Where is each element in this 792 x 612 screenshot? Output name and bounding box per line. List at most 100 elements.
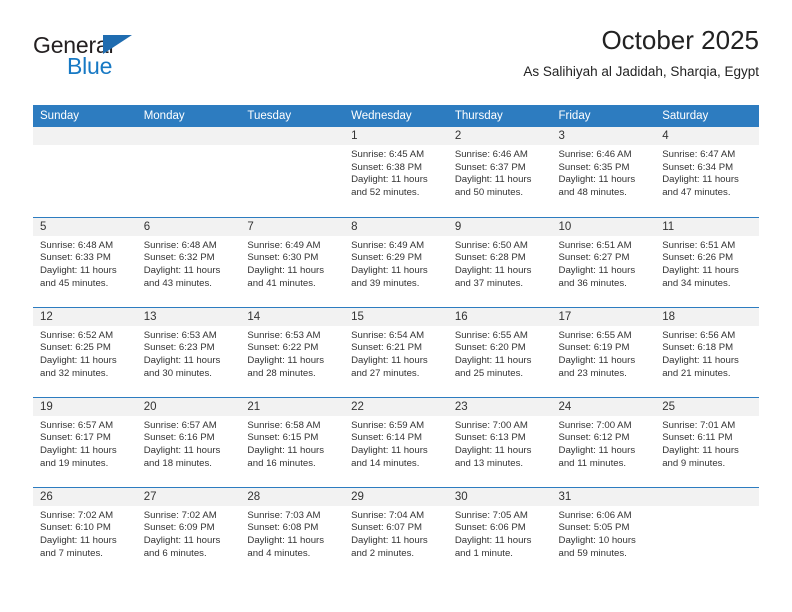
day-details: Sunrise: 6:52 AM Sunset: 6:25 PM Daylight:… bbox=[33, 326, 137, 381]
day-details: Sunrise: 6:56 AM Sunset: 6:18 PM Daylight:… bbox=[655, 326, 759, 381]
sunset-time: Sunset: 6:32 PM bbox=[143, 252, 215, 264]
calendar-day-cell[interactable]: 22 Sunrise: 6:59 AM Sunset: 6:14 PM Dayligh… bbox=[344, 396, 448, 487]
calendar-day-cell[interactable]: 2 Sunrise: 6:46 AM Sunset: 6:37 PM Daylight… bbox=[447, 127, 552, 217]
daylight-duration-line2: and 4 minutes. bbox=[247, 547, 311, 559]
calendar-day-cell[interactable]: 23 Sunrise: 7:00 AM Sunset: 6:13 PM Dayligh… bbox=[447, 396, 552, 487]
calendar-day-cell[interactable]: 10 Sunrise: 6:51 AM Sunset: 6:27 PM Dayligh… bbox=[551, 216, 656, 307]
day-number bbox=[33, 127, 137, 145]
calendar-day-cell[interactable]: 5 Sunrise: 6:48 AM Sunset: 6:33 PM Daylight… bbox=[33, 216, 137, 307]
calendar-day-cell[interactable]: 1 Sunrise: 6:45 AM Sunset: 6:38 PM Daylight… bbox=[344, 127, 448, 217]
calendar-day-cell[interactable]: 19 Sunrise: 6:57 AM Sunset: 6:17 PM Dayligh… bbox=[33, 396, 137, 487]
sunrise-time: Sunrise: 6:57 AM bbox=[143, 419, 217, 431]
calendar-week-row: 5 Sunrise: 6:48 AM Sunset: 6:33 PM Daylight… bbox=[33, 216, 759, 307]
day-number: 29 bbox=[344, 487, 448, 506]
day-details: Sunrise: 6:57 AM Sunset: 6:16 PM Daylight:… bbox=[137, 416, 241, 471]
weekday-header-row: Sunday Monday Tuesday Wednesday Thursday… bbox=[33, 105, 759, 127]
sunrise-time: Sunrise: 6:50 AM bbox=[454, 239, 528, 251]
day-number bbox=[655, 487, 759, 506]
calendar-day-cell[interactable]: 25 Sunrise: 7:01 AM Sunset: 6:11 PM Dayligh… bbox=[655, 396, 759, 487]
sunset-time: Sunset: 6:21 PM bbox=[351, 342, 423, 354]
daylight-duration-line1: Daylight: 11 hours bbox=[351, 534, 428, 546]
sunset-time: Sunset: 6:25 PM bbox=[40, 342, 111, 354]
calendar-day-cell[interactable]: 9 Sunrise: 6:50 AM Sunset: 6:28 PM Daylight… bbox=[447, 216, 552, 307]
day-number: 26 bbox=[33, 487, 137, 506]
day-number: 28 bbox=[240, 487, 345, 506]
sunrise-time: Sunrise: 6:53 AM bbox=[143, 329, 217, 341]
day-details: Sunrise: 6:53 AM Sunset: 6:22 PM Daylight:… bbox=[240, 326, 344, 381]
calendar-day-cell[interactable]: 20 Sunrise: 6:57 AM Sunset: 6:16 PM Dayligh… bbox=[136, 396, 241, 487]
calendar-day-cell[interactable]: 7 Sunrise: 6:49 AM Sunset: 6:30 PM Daylight… bbox=[240, 216, 345, 307]
sunset-time: Sunset: 6:35 PM bbox=[558, 161, 630, 173]
calendar-day-cell[interactable]: 11 Sunrise: 6:51 AM Sunset: 6:26 PM Dayligh… bbox=[655, 216, 759, 307]
calendar-day-cell[interactable]: 3 Sunrise: 6:46 AM Sunset: 6:35 PM Daylight… bbox=[551, 127, 656, 217]
calendar-cell-empty bbox=[136, 127, 241, 217]
day-details: Sunrise: 7:04 AM Sunset: 6:07 PM Daylight:… bbox=[344, 506, 448, 561]
daylight-duration-line2: and 37 minutes. bbox=[454, 277, 524, 289]
calendar-day-cell[interactable]: 14 Sunrise: 6:53 AM Sunset: 6:22 PM Dayligh… bbox=[240, 306, 345, 397]
sunset-time: Sunset: 6:12 PM bbox=[558, 432, 630, 444]
sunset-time: Sunset: 6:20 PM bbox=[454, 342, 526, 354]
sunset-time: Sunset: 6:07 PM bbox=[351, 522, 423, 534]
weekday-header-friday: Friday bbox=[551, 105, 656, 127]
daylight-duration-line1: Daylight: 11 hours bbox=[40, 354, 117, 366]
day-details: Sunrise: 6:53 AM Sunset: 6:23 PM Daylight:… bbox=[137, 326, 241, 381]
daylight-duration-line1: Daylight: 11 hours bbox=[351, 354, 428, 366]
calendar-cell-empty bbox=[33, 127, 137, 217]
daylight-duration-line1: Daylight: 11 hours bbox=[143, 264, 221, 276]
calendar-day-cell[interactable]: 15 Sunrise: 6:54 AM Sunset: 6:21 PM Dayligh… bbox=[344, 306, 448, 397]
sunset-time: Sunset: 6:13 PM bbox=[454, 432, 526, 444]
calendar-day-cell[interactable]: 27 Sunrise: 7:02 AM Sunset: 6:09 PM Dayligh… bbox=[136, 486, 241, 577]
calendar-day-cell[interactable]: 18 Sunrise: 6:56 AM Sunset: 6:18 PM Dayligh… bbox=[655, 306, 759, 397]
calendar-day-cell[interactable]: 12 Sunrise: 6:52 AM Sunset: 6:25 PM Dayligh… bbox=[33, 306, 137, 397]
sunrise-time: Sunrise: 6:48 AM bbox=[40, 239, 114, 251]
sunset-time: Sunset: 6:14 PM bbox=[351, 432, 423, 444]
weekday-header-wednesday: Wednesday bbox=[344, 105, 448, 127]
daylight-duration-line1: Daylight: 11 hours bbox=[143, 354, 221, 366]
day-number: 7 bbox=[240, 217, 345, 236]
calendar-day-cell[interactable]: 8 Sunrise: 6:49 AM Sunset: 6:29 PM Daylight… bbox=[344, 216, 448, 307]
calendar-day-cell[interactable]: 26 Sunrise: 7:02 AM Sunset: 6:10 PM Dayligh… bbox=[33, 486, 137, 577]
day-details: Sunrise: 6:51 AM Sunset: 6:27 PM Daylight:… bbox=[552, 236, 656, 291]
calendar-day-cell[interactable]: 13 Sunrise: 6:53 AM Sunset: 6:23 PM Dayligh… bbox=[136, 306, 241, 397]
calendar-day-cell[interactable]: 21 Sunrise: 6:58 AM Sunset: 6:15 PM Dayligh… bbox=[240, 396, 345, 487]
sunset-time: Sunset: 6:30 PM bbox=[247, 252, 319, 264]
calendar-day-cell[interactable]: 17 Sunrise: 6:55 AM Sunset: 6:19 PM Dayligh… bbox=[551, 306, 656, 397]
calendar-day-cell[interactable]: 31 Sunrise: 6:06 AM Sunset: 5:05 PM Dayligh… bbox=[551, 486, 656, 577]
daylight-duration-line2: and 1 minute. bbox=[454, 547, 513, 559]
day-number: 31 bbox=[551, 487, 656, 506]
sunset-time: Sunset: 6:38 PM bbox=[351, 161, 423, 173]
sunset-time: Sunset: 6:19 PM bbox=[558, 342, 630, 354]
weekday-header-monday: Monday bbox=[136, 105, 241, 127]
sunset-time: Sunset: 6:26 PM bbox=[662, 252, 734, 264]
calendar-day-cell[interactable]: 30 Sunrise: 7:05 AM Sunset: 6:06 PM Dayligh… bbox=[447, 486, 552, 577]
daylight-duration-line2: and 50 minutes. bbox=[454, 187, 524, 199]
sunrise-time: Sunrise: 6:52 AM bbox=[40, 329, 114, 341]
day-details: Sunrise: 7:01 AM Sunset: 6:11 PM Daylight:… bbox=[655, 416, 759, 471]
calendar-day-cell[interactable]: 28 Sunrise: 7:03 AM Sunset: 6:08 PM Dayligh… bbox=[240, 486, 345, 577]
daylight-duration-line1: Daylight: 11 hours bbox=[662, 444, 739, 456]
day-details: Sunrise: 7:00 AM Sunset: 6:13 PM Daylight:… bbox=[448, 416, 552, 471]
day-details: Sunrise: 6:46 AM Sunset: 6:35 PM Daylight:… bbox=[552, 145, 656, 200]
calendar-week-row: 12 Sunrise: 6:52 AM Sunset: 6:25 PM Dayligh… bbox=[33, 306, 759, 397]
sunrise-time: Sunrise: 6:54 AM bbox=[351, 329, 425, 341]
sunrise-time: Sunrise: 6:56 AM bbox=[662, 329, 736, 341]
calendar-week-row: 1 Sunrise: 6:45 AM Sunset: 6:38 PM Daylight… bbox=[33, 127, 759, 217]
sunset-time: Sunset: 6:16 PM bbox=[143, 432, 215, 444]
day-number: 19 bbox=[33, 397, 137, 416]
calendar-day-cell[interactable]: 29 Sunrise: 7:04 AM Sunset: 6:07 PM Dayligh… bbox=[344, 486, 448, 577]
sunrise-time: Sunrise: 6:59 AM bbox=[351, 419, 425, 431]
weekday-header-sunday: Sunday bbox=[33, 105, 137, 127]
daylight-duration-line2: and 36 minutes. bbox=[558, 277, 627, 289]
logo-text-blue: Blue bbox=[67, 53, 113, 79]
calendar-day-cell[interactable]: 6 Sunrise: 6:48 AM Sunset: 6:32 PM Daylight… bbox=[136, 216, 241, 307]
calendar-day-cell[interactable]: 16 Sunrise: 6:55 AM Sunset: 6:20 PM Dayligh… bbox=[447, 306, 552, 397]
calendar-day-cell[interactable]: 4 Sunrise: 6:47 AM Sunset: 6:34 PM Daylight… bbox=[655, 127, 759, 217]
day-number bbox=[240, 127, 345, 145]
day-number: 5 bbox=[33, 217, 137, 236]
daylight-duration-line1: Daylight: 11 hours bbox=[247, 264, 325, 276]
sunrise-time: Sunrise: 6:55 AM bbox=[454, 329, 528, 341]
daylight-duration-line1: Daylight: 11 hours bbox=[40, 264, 117, 276]
sunrise-time: Sunrise: 6:51 AM bbox=[558, 239, 632, 251]
calendar-day-cell[interactable]: 24 Sunrise: 7:00 AM Sunset: 6:12 PM Dayligh… bbox=[551, 396, 656, 487]
calendar-page: General Blue October 2025 As Salihiyah a… bbox=[0, 0, 792, 612]
